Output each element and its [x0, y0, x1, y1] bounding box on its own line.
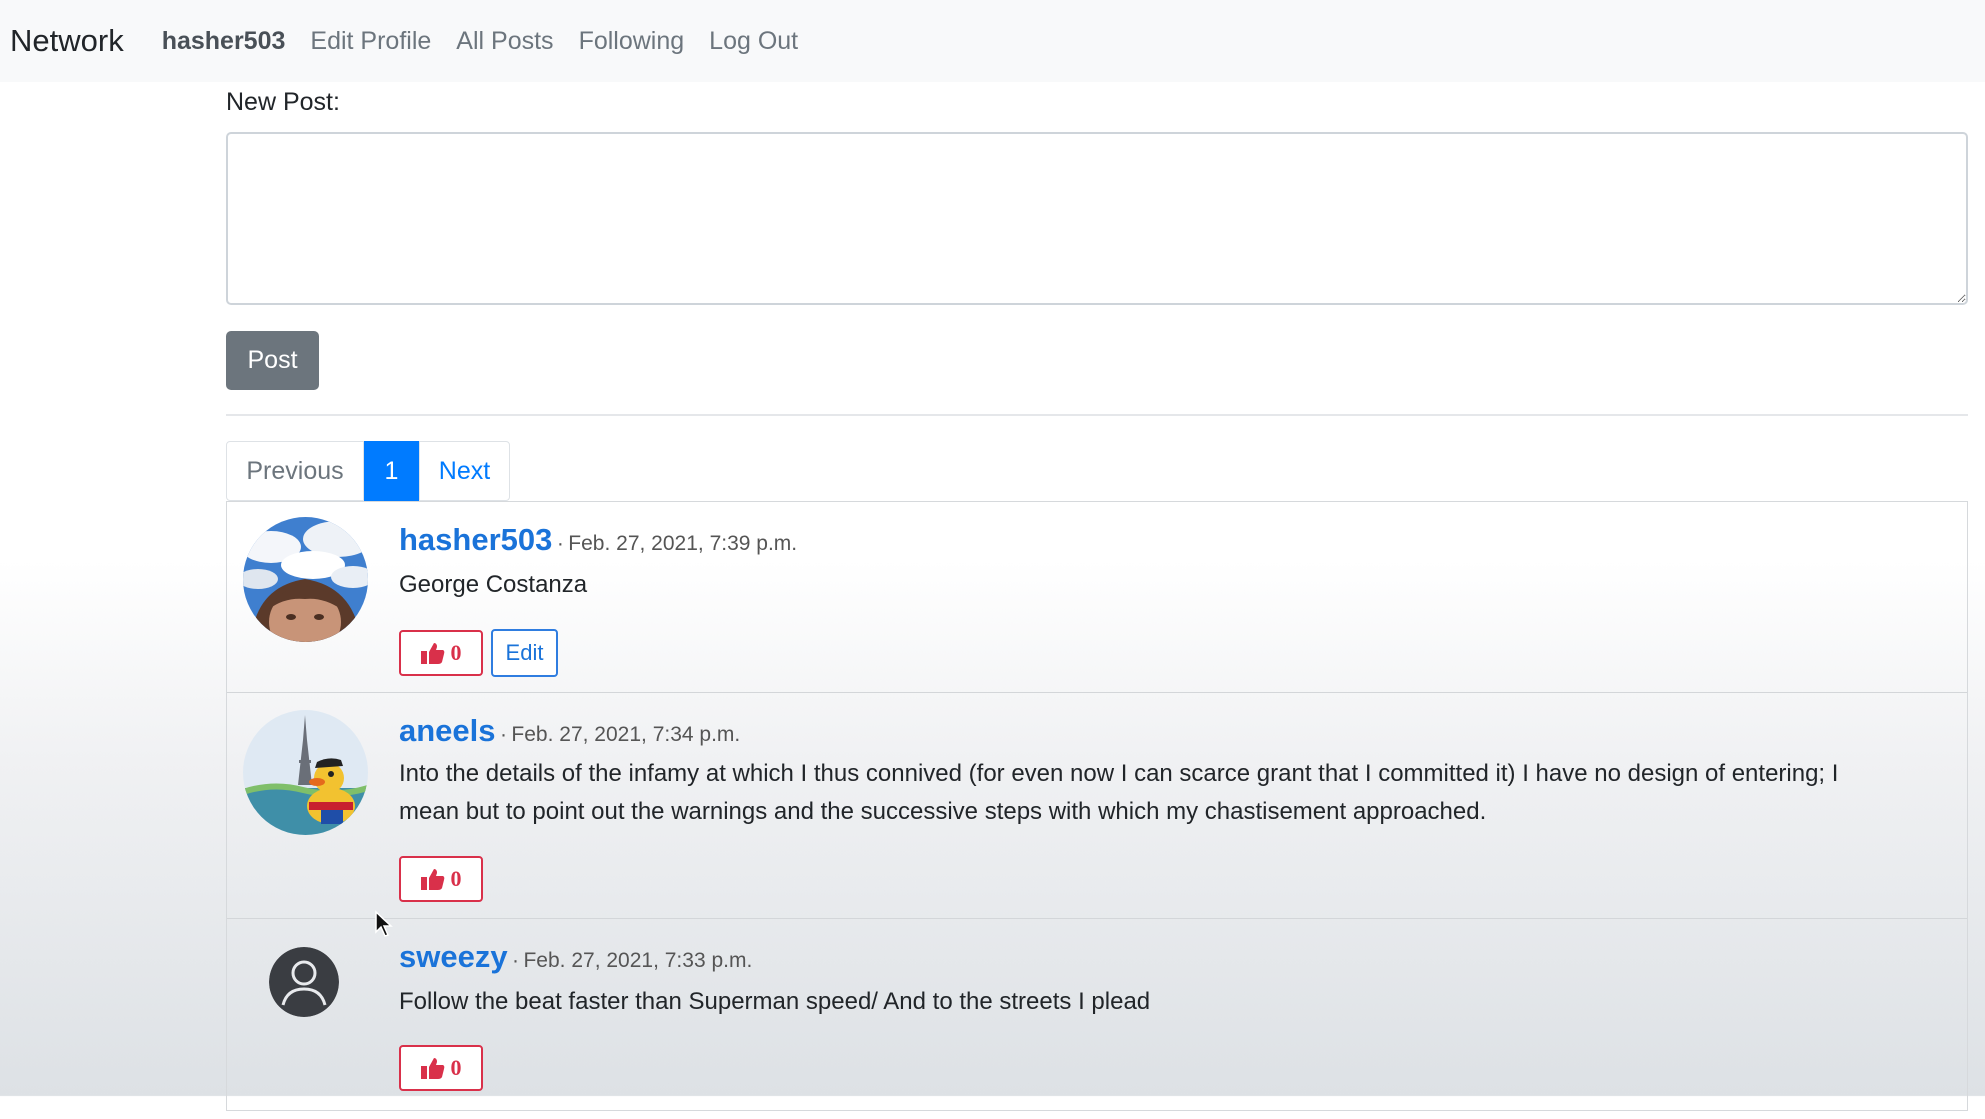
edit-post-button[interactable]: Edit — [491, 629, 558, 677]
like-count: 0 — [450, 1055, 462, 1080]
post-content: Into the details of the infamy at which … — [399, 755, 1838, 831]
thumbs-up-icon — [420, 643, 444, 664]
like-button[interactable]: 0 — [399, 1045, 483, 1091]
separator-dot: · — [512, 949, 520, 972]
post-header: sweezy · Feb. 27, 2021, 7:33 p.m. — [399, 939, 752, 975]
like-count: 0 — [450, 866, 462, 891]
pagination-page-1[interactable]: 1 — [364, 441, 419, 501]
post-timestamp: Feb. 27, 2021, 7:39 p.m. — [568, 532, 798, 555]
separator-dot: · — [499, 723, 507, 746]
post-item: sweezy · Feb. 27, 2021, 7:33 p.m. Follow… — [227, 919, 1967, 1119]
new-post-label: New Post: — [226, 88, 340, 116]
post-username[interactable]: sweezy — [399, 939, 508, 974]
thumbs-up-icon — [420, 1058, 444, 1079]
pagination-next[interactable]: Next — [419, 441, 510, 501]
like-button[interactable]: 0 — [399, 856, 483, 902]
post-header: aneels · Feb. 27, 2021, 7:34 p.m. — [399, 713, 740, 749]
post-username[interactable]: hasher503 — [399, 522, 552, 557]
post-content: George Costanza — [399, 571, 588, 598]
like-button[interactable]: 0 — [399, 630, 483, 676]
post-header: hasher503 · Feb. 27, 2021, 7:39 p.m. — [399, 522, 797, 558]
nav-edit-profile[interactable]: Edit Profile — [310, 27, 431, 56]
nav-following[interactable]: Following — [579, 27, 685, 56]
post-username[interactable]: aneels — [399, 713, 496, 748]
pagination-previous[interactable]: Previous — [226, 441, 364, 501]
post-content: Follow the beat faster than Superman spe… — [399, 988, 1151, 1015]
rubber-duck-eiffel-avatar[interactable] — [243, 710, 368, 835]
post-list: hasher503 · Feb. 27, 2021, 7:39 p.m. Geo… — [226, 501, 1968, 1111]
nav-user-profile[interactable]: hasher503 — [162, 27, 286, 56]
post-content-line: mean but to point out the warnings and t… — [399, 798, 1487, 825]
like-count: 0 — [450, 640, 462, 665]
selfie-photo-avatar[interactable] — [243, 517, 368, 642]
new-post-textarea[interactable] — [226, 132, 1968, 305]
post-item: aneels · Feb. 27, 2021, 7:34 p.m. Into t… — [227, 693, 1967, 919]
post-timestamp: Feb. 27, 2021, 7:34 p.m. — [511, 723, 741, 746]
brand-logo[interactable]: Network — [10, 23, 124, 59]
post-item: hasher503 · Feb. 27, 2021, 7:39 p.m. Geo… — [227, 502, 1967, 693]
post-button[interactable]: Post — [226, 331, 319, 390]
post-timestamp: Feb. 27, 2021, 7:33 p.m. — [523, 949, 753, 972]
post-content-line: Into the details of the infamy at which … — [399, 760, 1839, 787]
pagination: Previous 1 Next — [226, 441, 510, 501]
separator-dot: · — [556, 532, 564, 555]
default-user-avatar[interactable] — [269, 947, 339, 1017]
nav-log-out[interactable]: Log Out — [709, 27, 798, 56]
nav-all-posts[interactable]: All Posts — [456, 27, 553, 56]
thumbs-up-icon — [420, 869, 444, 890]
divider — [226, 414, 1968, 416]
mouse-cursor-icon — [375, 910, 393, 937]
navbar: Network hasher503 Edit Profile All Posts… — [0, 0, 1985, 82]
